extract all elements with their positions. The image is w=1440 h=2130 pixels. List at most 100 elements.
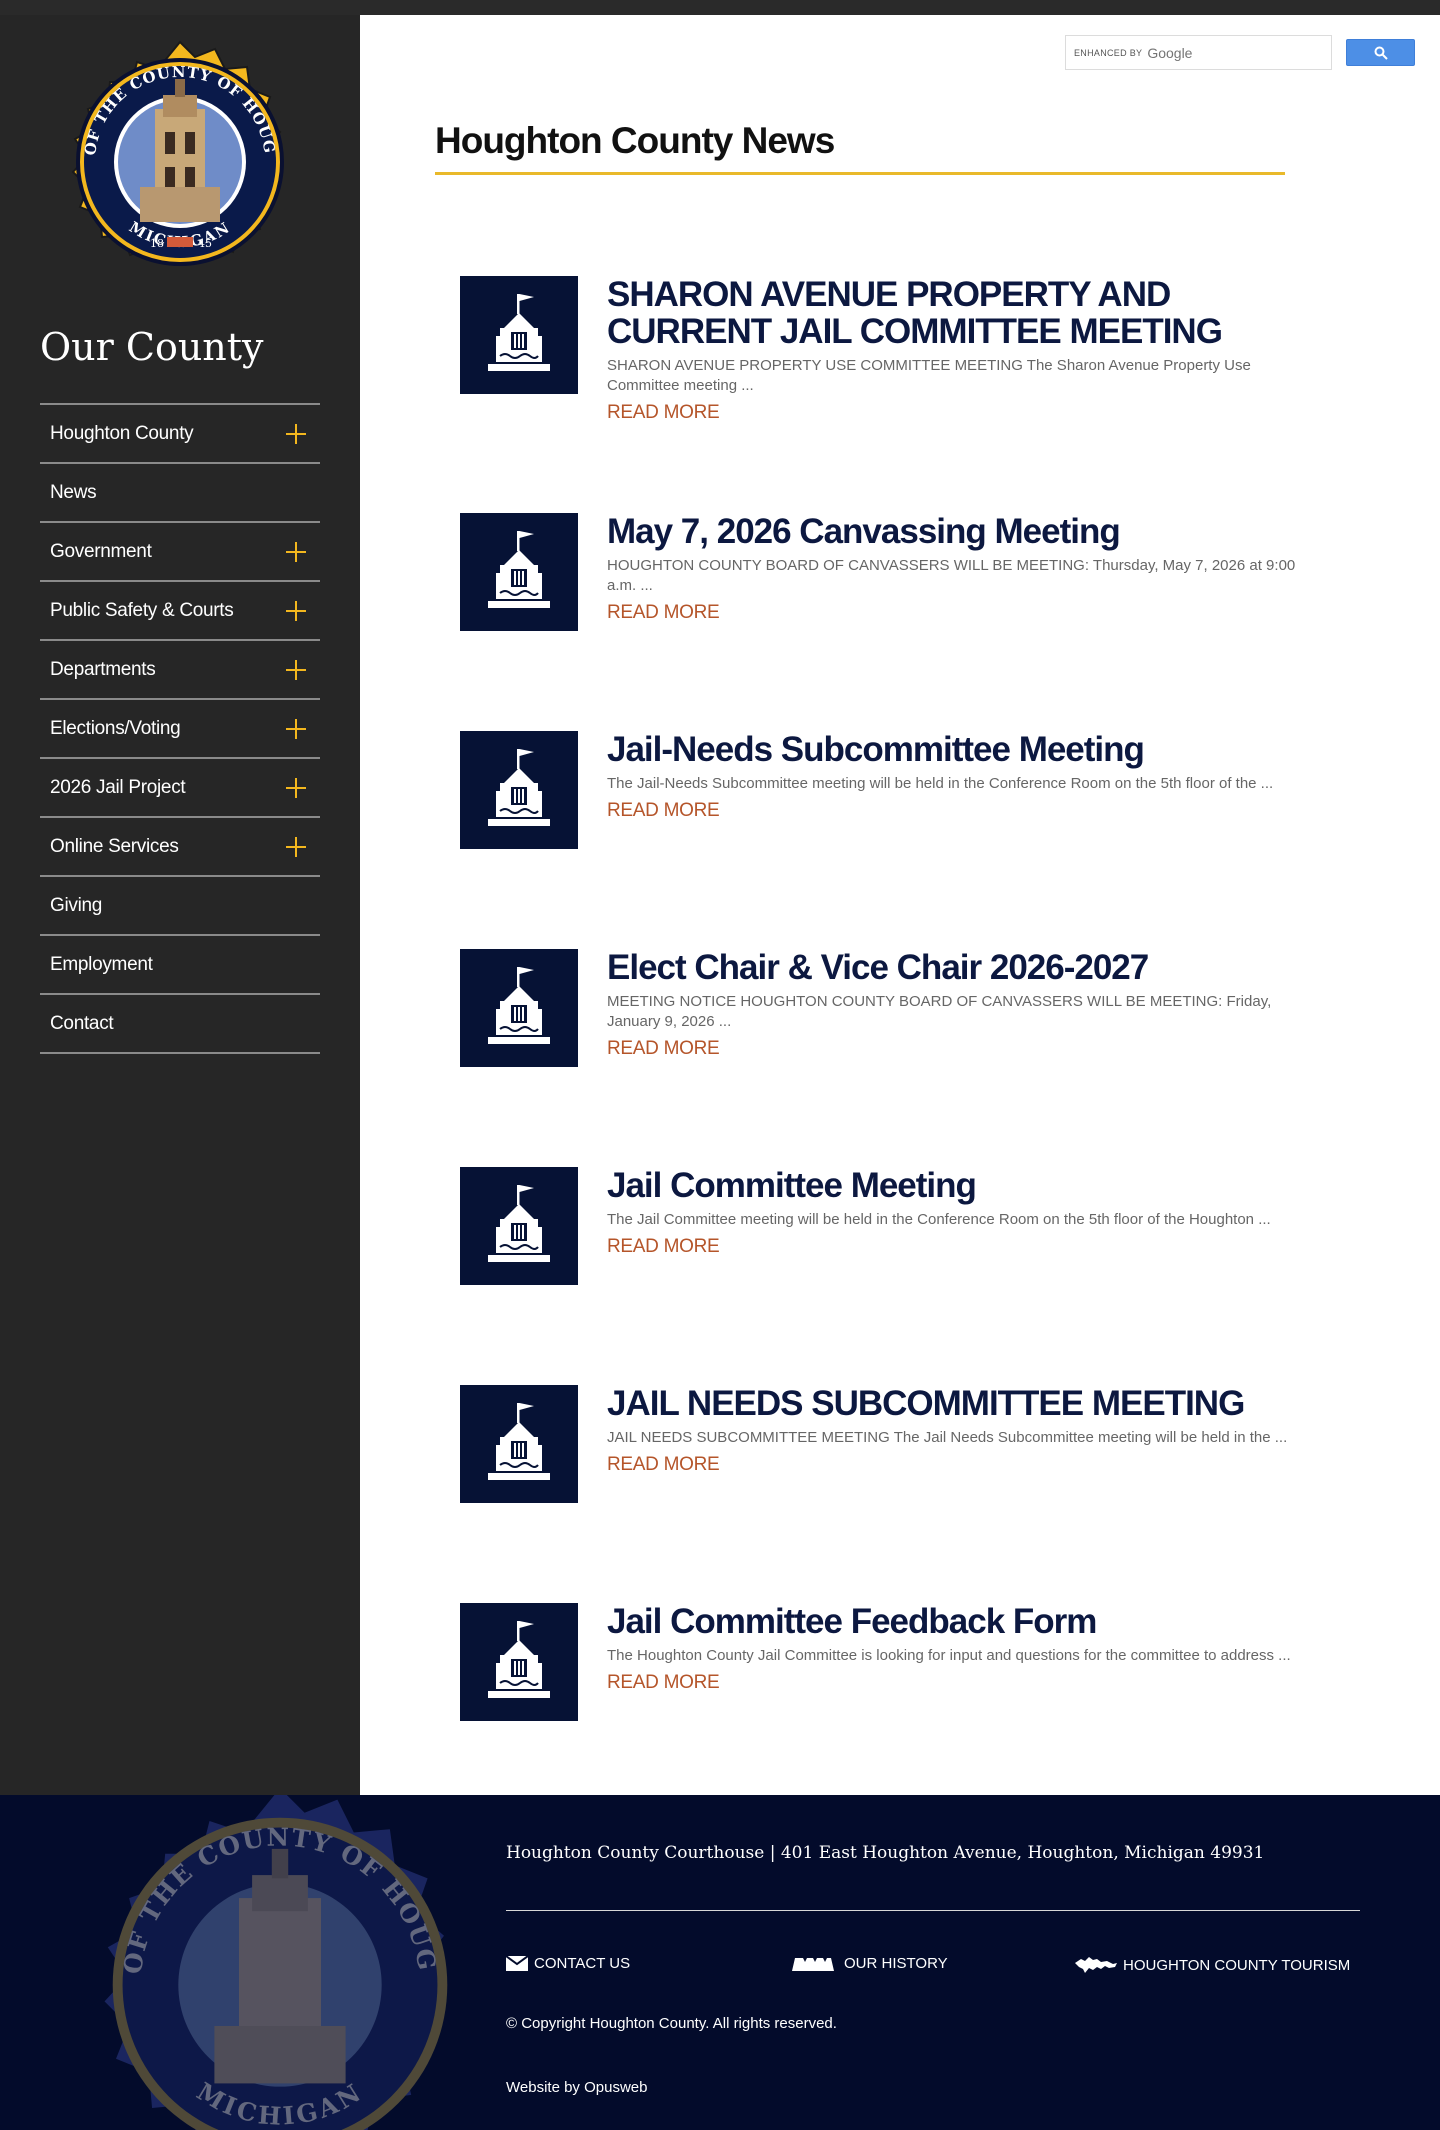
- courthouse-flag-icon: [484, 743, 554, 838]
- news-title[interactable]: Jail Committee Feedback Form: [607, 1603, 1327, 1640]
- sidebar-item-public-safety-courts[interactable]: Public Safety & Courts: [40, 582, 320, 641]
- search-icon: [1374, 46, 1388, 60]
- sidebar-item-contact[interactable]: Contact: [40, 995, 320, 1054]
- footer-tourism-link[interactable]: HOUGHTON COUNTY TOURISM: [1075, 1955, 1350, 1975]
- sidebar-item-label: Government: [50, 540, 152, 562]
- sidebar-item-elections-voting[interactable]: Elections/Voting: [40, 700, 320, 759]
- news-body: Jail Committee Meeting The Jail Committee…: [607, 1167, 1327, 1258]
- search-button[interactable]: [1346, 39, 1415, 66]
- page-title: Houghton County News: [435, 120, 835, 161]
- plus-icon[interactable]: [286, 542, 306, 562]
- sidebar-item-label: Giving: [50, 894, 103, 916]
- news-body: Jail Committee Feedback Form The Houghton…: [607, 1603, 1327, 1694]
- news-thumbnail[interactable]: [460, 1167, 578, 1285]
- sidebar: SEAL OF THE COUNTY OF HOUGHTON MICHIGAN …: [0, 15, 360, 1795]
- plus-icon[interactable]: [286, 424, 306, 444]
- courthouse-flag-icon: [484, 1179, 554, 1274]
- seal-year-left: 18: [150, 237, 164, 250]
- read-more-link[interactable]: READ MORE: [607, 602, 720, 624]
- news-body: Jail-Needs Subcommittee Meeting The Jail-…: [607, 731, 1327, 822]
- sidebar-item-label: Contact: [50, 1012, 114, 1034]
- news-title[interactable]: Jail-Needs Subcommittee Meeting: [607, 731, 1327, 768]
- sidebar-nav: Houghton County News Government Public Safe…: [40, 403, 320, 1054]
- sidebar-item-label: Houghton County: [50, 422, 194, 444]
- footer-contact-label: CONTACT US: [534, 1955, 631, 1972]
- sidebar-item-label: News: [50, 481, 97, 503]
- seal-year-right: 45: [198, 237, 212, 250]
- sidebar-item-label: Elections/Voting: [50, 717, 181, 739]
- search-input[interactable]: ENHANCED BY Google: [1065, 35, 1332, 70]
- read-more-link[interactable]: READ MORE: [607, 1236, 720, 1258]
- news-excerpt: HOUGHTON COUNTY BOARD OF CANVASSERS WILL…: [607, 557, 1296, 594]
- courthouse-flag-icon: [484, 1397, 554, 1492]
- courthouse-flag-icon: [484, 525, 554, 620]
- footer-tourism-label: HOUGHTON COUNTY TOURISM: [1123, 1956, 1351, 1974]
- plus-icon[interactable]: [286, 601, 306, 621]
- read-more-link[interactable]: READ MORE: [607, 402, 720, 424]
- plus-icon[interactable]: [286, 660, 306, 680]
- sidebar-item-online-services[interactable]: Online Services: [40, 818, 320, 877]
- sidebar-item-label: 2026 Jail Project: [50, 776, 186, 798]
- plus-icon[interactable]: [286, 837, 306, 857]
- news-thumbnail[interactable]: [460, 1385, 578, 1503]
- news-title[interactable]: Jail Committee Meeting: [607, 1167, 1327, 1204]
- news-thumbnail[interactable]: [460, 949, 578, 1067]
- sidebar-item-label: Public Safety & Courts: [50, 599, 234, 621]
- plus-icon[interactable]: [286, 778, 306, 798]
- news-title[interactable]: May 7, 2026 Canvassing Meeting: [607, 513, 1327, 550]
- news-body: Elect Chair & Vice Chair 2026-2027 MEETIN…: [607, 949, 1327, 1060]
- news-excerpt: The Houghton County Jail Committee is lo…: [607, 1647, 1291, 1664]
- seal-watermark-icon: SEAL OF THE COUNTY OF HOUGHTON MICHIGAN: [63, 1795, 448, 2130]
- sidebar-item-giving[interactable]: Giving: [40, 877, 320, 936]
- footer-copyright: © Copyright Houghton County. All rights …: [506, 2015, 837, 2032]
- read-more-link[interactable]: READ MORE: [607, 1038, 720, 1060]
- footer-seal-watermark: SEAL OF THE COUNTY OF HOUGHTON MICHIGAN: [63, 1795, 485, 2130]
- courthouse-flag-icon: [484, 961, 554, 1056]
- news-excerpt: The Jail Committee meeting will be held …: [607, 1211, 1271, 1228]
- news-thumbnail[interactable]: [460, 731, 578, 849]
- top-bar: [0, 0, 1440, 15]
- read-more-link[interactable]: READ MORE: [607, 1672, 720, 1694]
- footer-contact-link[interactable]: CONTACT US: [506, 1955, 630, 1972]
- courthouse-icon: [792, 1958, 834, 1971]
- sidebar-item-houghton-county[interactable]: Houghton County: [40, 405, 320, 464]
- read-more-link[interactable]: READ MORE: [607, 800, 720, 822]
- footer-history-link[interactable]: OUR HISTORY: [792, 1955, 948, 1972]
- footer-credit-link[interactable]: Website by Opusweb: [506, 2079, 647, 2096]
- seal-icon: SEAL OF THE COUNTY OF HOUGHTON MICHIGAN …: [47, 23, 284, 266]
- sidebar-item-employment[interactable]: Employment: [40, 936, 320, 995]
- sidebar-item-label: Employment: [50, 953, 153, 975]
- footer-history-label: OUR HISTORY: [844, 1955, 948, 1972]
- news-thumbnail[interactable]: [460, 1603, 578, 1721]
- news-body: SHARON AVENUE PROPERTY AND CURRENT JAIL …: [607, 276, 1327, 424]
- news-body: JAIL NEEDS SUBCOMMITTEE MEETING JAIL NEED…: [607, 1385, 1327, 1476]
- news-title[interactable]: JAIL NEEDS SUBCOMMITTEE MEETING: [607, 1385, 1327, 1422]
- sidebar-item-label: Departments: [50, 658, 156, 680]
- county-seal-logo[interactable]: SEAL OF THE COUNTY OF HOUGHTON MICHIGAN …: [47, 23, 305, 287]
- news-excerpt: MEETING NOTICE HOUGHTON COUNTY BOARD OF …: [607, 993, 1272, 1030]
- sidebar-item-label: Online Services: [50, 835, 179, 857]
- news-title[interactable]: SHARON AVENUE PROPERTY AND CURRENT JAIL …: [607, 276, 1327, 350]
- sidebar-item-news[interactable]: News: [40, 464, 320, 523]
- sidebar-item-departments[interactable]: Departments: [40, 641, 320, 700]
- footer: SEAL OF THE COUNTY OF HOUGHTON MICHIGAN …: [0, 1795, 1440, 2130]
- sidebar-title: Our County: [40, 325, 264, 369]
- footer-address: Houghton County Courthouse | 401 East Ho…: [506, 1843, 1265, 1863]
- read-more-link[interactable]: READ MORE: [607, 1454, 720, 1476]
- plus-icon[interactable]: [286, 719, 306, 739]
- footer-divider: [506, 1910, 1360, 1911]
- news-thumbnail[interactable]: [460, 276, 578, 394]
- sidebar-item-2026-jail-project[interactable]: 2026 Jail Project: [40, 759, 320, 818]
- news-body: May 7, 2026 Canvassing Meeting HOUGHTON C…: [607, 513, 1327, 624]
- envelope-icon: [506, 1956, 528, 1971]
- news-excerpt: SHARON AVENUE PROPERTY USE COMMITTEE MEE…: [607, 357, 1251, 394]
- news-title[interactable]: Elect Chair & Vice Chair 2026-2027: [607, 949, 1327, 986]
- news-thumbnail[interactable]: [460, 513, 578, 631]
- news-excerpt: JAIL NEEDS SUBCOMMITTEE MEETING The Jail…: [607, 1429, 1288, 1446]
- michigan-peninsula-icon: [1075, 1957, 1117, 1973]
- title-underline: [435, 172, 1285, 175]
- courthouse-flag-icon: [484, 288, 554, 383]
- news-excerpt: The Jail-Needs Subcommittee meeting will…: [607, 775, 1274, 792]
- search-provider-label: Google: [1147, 44, 1193, 61]
- sidebar-item-government[interactable]: Government: [40, 523, 320, 582]
